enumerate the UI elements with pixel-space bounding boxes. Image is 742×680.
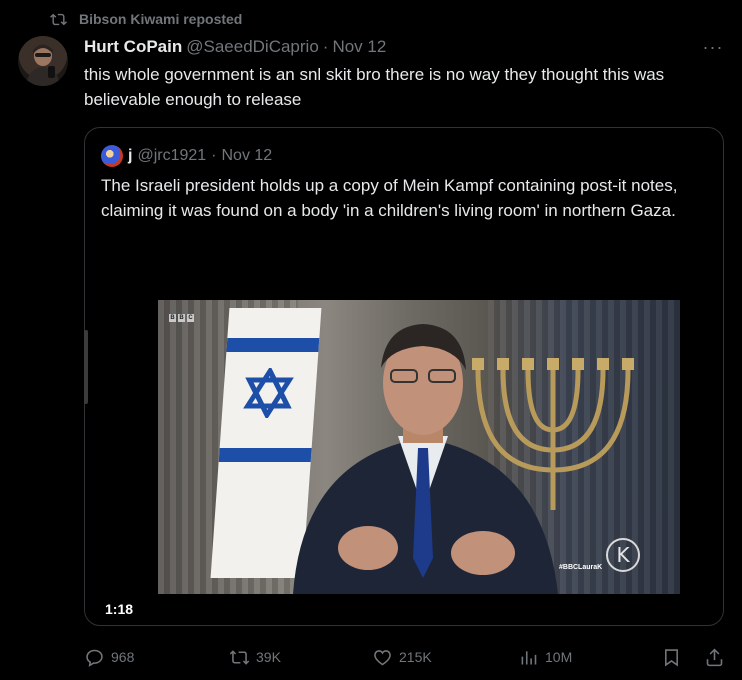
- avatar-image: [26, 44, 60, 86]
- bbc-letter: B: [169, 314, 176, 322]
- separator-dot: ·: [322, 37, 329, 56]
- watermark-logo: K: [606, 538, 640, 572]
- more-options-icon[interactable]: ···: [700, 36, 726, 58]
- bbc-logo: B B C: [169, 314, 194, 322]
- like-button[interactable]: 215K: [372, 645, 432, 669]
- repost-action-icon: [229, 649, 250, 665]
- watermark-tag: #BBCLauraK: [559, 564, 603, 571]
- quote-tweet-card[interactable]: j @jrc1921 · Nov 12 The Israeli presiden…: [84, 127, 724, 626]
- reply-button[interactable]: 968: [84, 645, 134, 669]
- reply-icon: [86, 649, 103, 667]
- repost-icon: [50, 13, 67, 25]
- tweet-date[interactable]: Nov 12: [332, 37, 386, 57]
- bbc-letter: B: [178, 314, 185, 322]
- action-bar: 968 39K 215K 10M: [84, 645, 724, 669]
- bookmark-button[interactable]: [661, 645, 682, 669]
- quote-author-name[interactable]: j: [128, 147, 132, 165]
- repost-label: Bibson Kiwami reposted: [79, 11, 243, 27]
- author-handle[interactable]: @SaeedDiCaprio: [186, 37, 319, 57]
- tweet-text: this whole government is an snl skit bro…: [84, 65, 665, 109]
- video-player[interactable]: B B C K #BBCLauraK: [158, 300, 680, 594]
- quote-header: j @jrc1921 · Nov 12: [101, 145, 272, 167]
- bookmark-icon: [665, 648, 678, 666]
- quote-text: The Israeli president holds up a copy of…: [101, 176, 678, 220]
- share-button[interactable]: [704, 645, 725, 669]
- view-count: 10M: [545, 649, 573, 665]
- author-name[interactable]: Hurt CoPain: [84, 37, 182, 57]
- quote-separator-dot: ·: [211, 147, 217, 164]
- repost-indicator[interactable]: Bibson Kiwami reposted: [50, 9, 242, 29]
- video-duration-badge: 1:18: [101, 598, 138, 620]
- repost-button[interactable]: 39K: [229, 645, 281, 669]
- repost-count: 39K: [256, 649, 281, 665]
- scroll-handle[interactable]: [84, 330, 88, 404]
- like-count: 215K: [399, 649, 432, 665]
- speaker-figure: [293, 324, 558, 594]
- quote-author-avatar[interactable]: [101, 145, 123, 167]
- views-button[interactable]: 10M: [518, 645, 572, 669]
- views-chart-icon: [521, 650, 537, 664]
- author-avatar[interactable]: [18, 36, 68, 86]
- bbc-letter: C: [187, 314, 194, 322]
- quote-date[interactable]: Nov 12: [222, 147, 273, 165]
- tweet-header: Hurt CoPain @SaeedDiCaprio · Nov 12: [84, 36, 386, 58]
- quote-author-handle[interactable]: @jrc1921: [137, 147, 206, 165]
- reply-count: 968: [111, 649, 135, 665]
- heart-icon: [374, 649, 391, 665]
- share-icon: [706, 648, 723, 666]
